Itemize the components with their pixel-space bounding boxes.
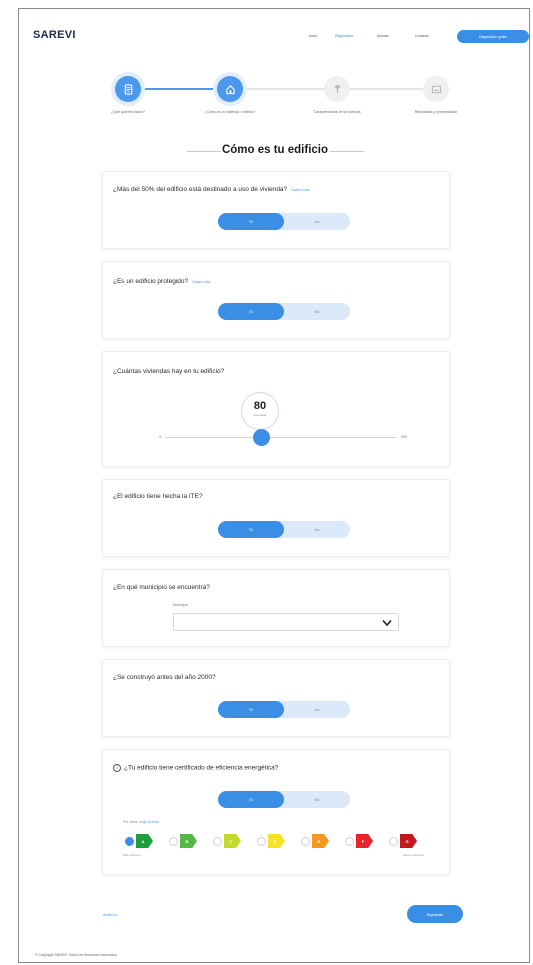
tools-icon [334,84,340,93]
step-3-label: Características de la vivienda [313,110,361,114]
step-1-label: ¿Qué quieres hacer? [111,110,145,114]
nav-item-ayudas[interactable]: Ayudas [377,34,389,38]
yes-option[interactable]: Sí [218,791,284,808]
page-title: Cómo es tu edificio [221,144,329,156]
no-option[interactable]: No [284,213,350,230]
question-text: ¿El edificio tiene hecha la ITE? [113,493,203,500]
question-text: ¿Cuántas viviendas hay en tu edificio? [113,368,225,375]
step-1-circle[interactable] [115,76,141,102]
municipio-select[interactable] [173,613,399,631]
slider-unit: viviendas [253,413,267,417]
question-card-viviendas: ¿Cuántas viviendas hay en tu edificio? 8… [102,351,450,467]
nav-item-contacto[interactable]: Contacto [415,34,429,38]
energy-radio-d[interactable] [257,837,266,846]
slider-max-label: 200 [401,435,408,439]
energy-radio-f[interactable] [345,837,354,846]
step-4-label: Resultados y presentación [414,110,458,114]
question-text: ¿En qué municipio se encuentra? [113,584,210,591]
yes-no-toggle[interactable]: Sí No [218,213,350,230]
step-2-label: ¿Cómo es tu vivienda / edificio? [204,110,256,114]
question-card-municipio: ¿En qué municipio se encuentra? Municipi… [102,569,450,647]
step-2-circle[interactable] [217,76,243,102]
yes-no-toggle[interactable]: Sí No [218,791,350,808]
cta-button[interactable]: Diagnóstico gratis [457,30,529,43]
nav-item-diagnostico[interactable]: Diagnóstico [335,34,353,38]
energy-badge-a[interactable]: A [136,834,153,848]
document-icon [124,83,132,95]
energy-radio-a[interactable] [125,837,134,846]
energy-badge-f[interactable]: F [356,834,373,848]
question-text: ¿Se construyó antes del año 2000? [113,674,216,681]
page-frame: SAREVI Inicio Diagnóstico Ayudas Contact… [18,8,530,963]
question-card-certificado: i ¿Tu edificio tiene certificado de efici… [102,749,450,875]
info-icon[interactable]: i [113,764,121,772]
question-card-protegido: ¿Es un edificio protegido? Saber más Sí N… [102,261,450,339]
slider-handle[interactable] [253,429,270,446]
yes-no-toggle[interactable]: Sí No [218,521,350,538]
nav-item-inicio[interactable]: Inicio [309,34,317,38]
step-4-circle [423,76,449,102]
copyright-text: © Copyright SAREVI Todos los derechos re… [35,953,117,957]
scale-max-label: Menos eficiente [403,853,425,857]
energy-badge-d[interactable]: D [268,834,285,848]
stepper-line-2 [243,88,333,90]
no-option[interactable]: No [284,791,350,808]
energy-radio-e[interactable] [301,837,310,846]
energy-radio-g[interactable] [389,837,398,846]
select-label: Municipio [173,603,189,607]
scale-min-label: Más eficiente [123,853,141,857]
next-button[interactable]: Siguiente [407,905,463,923]
question-text: i ¿Tu edificio tiene certificado de efici… [113,764,278,772]
back-link[interactable]: Anterior [103,912,117,917]
no-option[interactable]: No [284,521,350,538]
energy-radio-c[interactable] [213,837,222,846]
question-card-ite: ¿El edificio tiene hecha la ITE? Sí No [102,479,450,557]
slider-value-bubble: 80 viviendas [241,392,279,430]
slider-value: 80 [253,400,267,412]
yes-option[interactable]: Sí [218,701,284,718]
question-card-vivienda: ¿Más del 50% del edificio está destinado… [102,171,450,249]
energy-badge-e[interactable]: E [312,834,329,848]
yes-no-toggle[interactable]: Sí No [218,701,350,718]
slider-track[interactable] [165,437,397,438]
yes-no-toggle[interactable]: Sí No [218,303,350,320]
energy-badge-c[interactable]: C [224,834,241,848]
energy-radio-b[interactable] [169,837,178,846]
stepper-line-1 [132,88,217,90]
no-option[interactable]: No [284,701,350,718]
question-text: ¿Más del 50% del edificio está destinado… [113,186,310,193]
yes-option[interactable]: Sí [218,213,284,230]
energy-badge-b[interactable]: B [180,834,197,848]
yes-option[interactable]: Sí [218,303,284,320]
brand-logo[interactable]: SAREVI [33,29,76,41]
presentation-icon [431,85,441,93]
help-link[interactable]: Saber más [291,188,309,192]
question-card-antes2000: ¿Se construyó antes del año 2000? Sí No [102,659,450,737]
yes-option[interactable]: Sí [218,521,284,538]
slider-min-label: 4 [159,435,162,439]
no-option[interactable]: No [284,303,350,320]
title-divider-right [330,151,364,152]
step-3-circle [324,76,350,102]
help-link[interactable]: Saber más [192,280,210,284]
chevron-down-icon [382,619,392,627]
house-icon [225,84,235,94]
energy-badge-g[interactable]: G [400,834,417,848]
question-text: ¿Es un edificio protegido? Saber más [113,278,211,285]
energy-hint: Por favor, elige la letra [123,820,159,824]
